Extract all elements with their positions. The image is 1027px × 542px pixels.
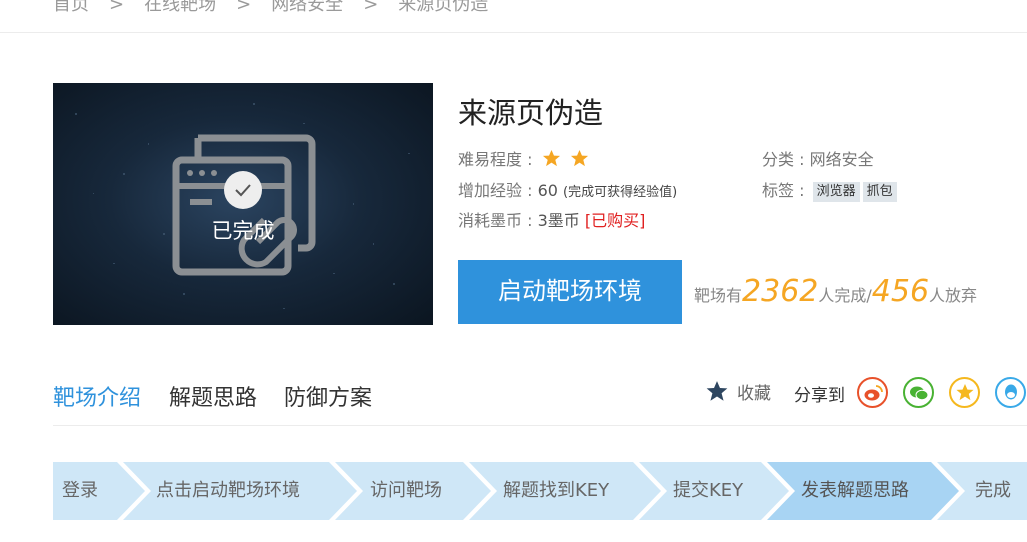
share-qzone-button[interactable] bbox=[949, 377, 980, 408]
share-wechat-button[interactable] bbox=[903, 377, 934, 408]
divider bbox=[53, 425, 1027, 426]
qzone-icon bbox=[955, 383, 974, 401]
abandoned-count: 456 bbox=[871, 274, 930, 309]
wechat-icon bbox=[909, 386, 928, 400]
step-post-solution: 发表解题思路 bbox=[801, 480, 909, 501]
breadcrumb-labs[interactable]: 在线靶场 bbox=[144, 0, 216, 16]
tag-browser[interactable]: 浏览器 bbox=[812, 182, 860, 202]
launch-lab-button[interactable]: 启动靶场环境 bbox=[458, 260, 682, 324]
category-label: 分类 : bbox=[762, 150, 810, 169]
breadcrumb-separator: > bbox=[236, 0, 252, 15]
category-row: 分类 : 网络安全 bbox=[762, 148, 874, 172]
favorite-button[interactable]: 收藏 bbox=[705, 379, 771, 404]
completed-label: 已完成 bbox=[211, 219, 275, 243]
divider bbox=[0, 32, 1027, 33]
abandoned-suffix: 人放弃 bbox=[929, 286, 978, 305]
purchase-status: [已购买] bbox=[584, 211, 646, 230]
tags-row: 标签 : 浏览器 抓包 bbox=[762, 179, 897, 203]
step-complete: 完成 bbox=[975, 480, 1011, 501]
star-icon bbox=[542, 149, 560, 167]
tags-label: 标签 : bbox=[762, 181, 810, 200]
experience-value: 60 bbox=[537, 181, 558, 200]
completed-badge bbox=[224, 171, 262, 209]
share-qq-button[interactable] bbox=[995, 377, 1026, 408]
step-find-key: 解题找到KEY bbox=[503, 480, 610, 501]
cost-value: 3墨币 bbox=[537, 211, 580, 230]
step-login: 登录 bbox=[62, 480, 98, 501]
breadcrumb-separator: > bbox=[363, 0, 379, 15]
tag-capture[interactable]: 抓包 bbox=[862, 182, 897, 202]
tab-intro[interactable]: 靶场介绍 bbox=[53, 380, 141, 412]
difficulty-row: 难易程度 : bbox=[458, 148, 589, 172]
tab-defense[interactable]: 防御方案 bbox=[284, 380, 372, 412]
step-progress: 登录 点击启动靶场环境 访问靶场 解题找到KEY 提交KEY 发表解题思路 完成 bbox=[53, 462, 1027, 520]
step-submit-key: 提交KEY bbox=[673, 480, 744, 501]
check-icon bbox=[235, 184, 251, 197]
completed-suffix: 人完成/ bbox=[818, 286, 872, 305]
stats-prefix: 靶场有 bbox=[694, 286, 743, 305]
breadcrumb-separator: > bbox=[109, 0, 125, 15]
qq-icon bbox=[1004, 384, 1017, 399]
step-visit: 访问靶场 bbox=[370, 480, 442, 501]
weibo-icon bbox=[864, 384, 883, 400]
favorite-label: 收藏 bbox=[737, 384, 771, 404]
tab-solution[interactable]: 解题思路 bbox=[169, 380, 257, 412]
share-weibo-button[interactable] bbox=[857, 377, 888, 408]
category-value[interactable]: 网络安全 bbox=[810, 150, 874, 169]
star-icon bbox=[570, 149, 588, 167]
page-title: 来源页伪造 bbox=[458, 96, 604, 130]
experience-row: 增加经验 : 60 (完成可获得经验值) bbox=[458, 179, 677, 203]
cost-row: 消耗墨币 : 3墨币 [已购买] bbox=[458, 209, 645, 233]
experience-note: (完成可获得经验值) bbox=[563, 185, 678, 200]
breadcrumb: 首页 > 在线靶场 > 网络安全 > 来源页伪造 bbox=[53, 0, 488, 20]
completed-count: 2362 bbox=[742, 274, 819, 309]
breadcrumb-category[interactable]: 网络安全 bbox=[271, 0, 343, 16]
experience-label: 增加经验 : bbox=[458, 181, 538, 200]
lab-cover-image: 已完成 bbox=[53, 83, 433, 325]
step-launch: 点击启动靶场环境 bbox=[156, 480, 300, 501]
completion-stats: 靶场有2362人完成/456人放弃 bbox=[694, 272, 977, 316]
share-label: 分享到 bbox=[794, 386, 845, 406]
breadcrumb-current: 来源页伪造 bbox=[398, 0, 489, 15]
difficulty-label: 难易程度 : bbox=[458, 150, 533, 169]
cost-label: 消耗墨币 : bbox=[458, 211, 538, 230]
breadcrumb-home[interactable]: 首页 bbox=[53, 0, 89, 16]
star-icon bbox=[706, 381, 728, 401]
